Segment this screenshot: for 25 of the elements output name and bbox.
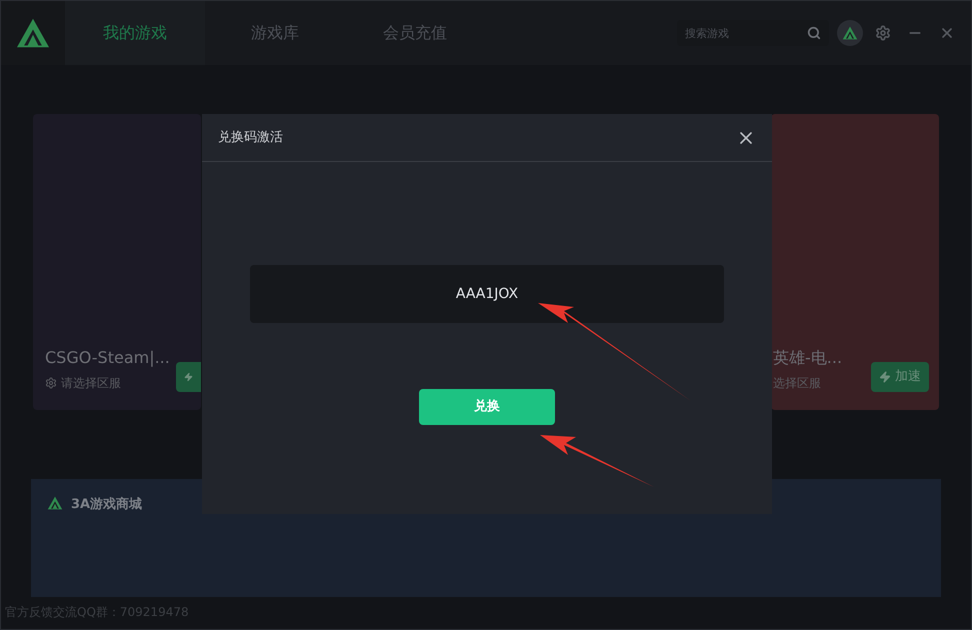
region-selector[interactable]: 选择区服 xyxy=(773,374,821,392)
gear-icon xyxy=(45,377,57,389)
redeem-button[interactable]: 兑换 xyxy=(419,389,555,425)
search-field[interactable]: 搜索游戏 xyxy=(677,20,829,46)
nav-tab[interactable]: 游戏库 xyxy=(205,1,345,65)
avatar-icon[interactable] xyxy=(837,20,863,46)
game-card[interactable]: 英雄-电... 选择区服 加速 xyxy=(771,114,939,410)
nav-tab[interactable]: 我的游戏 xyxy=(65,1,205,65)
game-title: 英雄-电... xyxy=(773,347,842,369)
region-selector[interactable]: 请选择区服 xyxy=(61,374,121,392)
accelerate-button[interactable]: 加速 xyxy=(871,362,929,392)
search-icon[interactable] xyxy=(807,26,821,40)
accelerate-button[interactable] xyxy=(176,362,201,392)
game-card[interactable]: CSGO-Steam|... 请选择区服 xyxy=(33,114,201,410)
logo-icon xyxy=(15,17,51,49)
banner-brand: 3A游戏商城 xyxy=(71,496,142,514)
settings-icon[interactable] xyxy=(875,25,891,41)
nav-tab[interactable]: 会员充值 xyxy=(345,1,485,65)
game-title: CSGO-Steam|... xyxy=(45,347,170,369)
code-field[interactable]: AAA1JOX xyxy=(250,265,724,323)
logo-icon xyxy=(47,495,63,511)
bolt-icon xyxy=(879,371,891,383)
logo-icon xyxy=(842,25,858,41)
dialog-title: 兑换码激活 xyxy=(218,128,283,147)
bolt-icon xyxy=(184,371,193,383)
